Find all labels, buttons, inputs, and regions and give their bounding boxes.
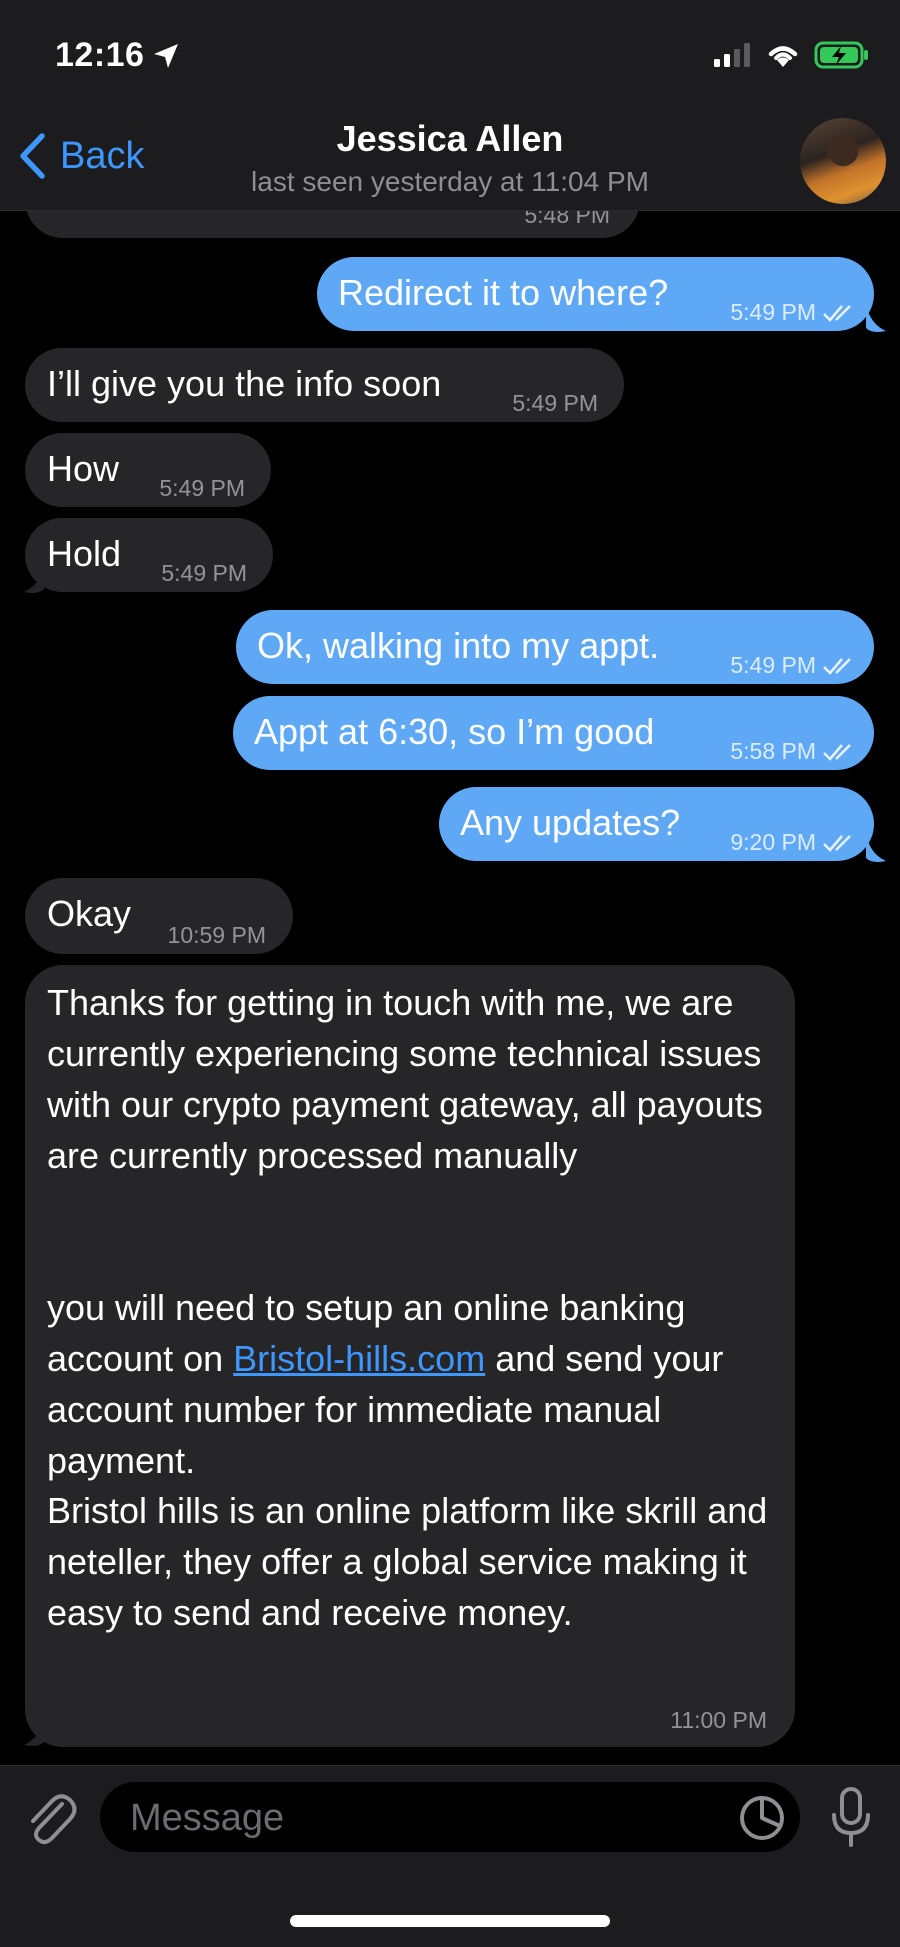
message-bubble-incoming[interactable]: I’ll give you the info soon 5:49 PM [25,348,624,422]
message-meta: 5:49 PM [730,640,856,691]
message-time: 11:00 PM [670,1707,767,1733]
paperclip-icon[interactable] [22,1790,78,1850]
bubble-tail [24,565,44,593]
message-text: Hold [47,533,122,574]
message-meta: 9:20 PM [730,817,856,868]
contact-name: Jessica Allen [336,118,564,159]
message-text: How [47,448,120,489]
sticker-icon[interactable] [738,1794,786,1842]
message-bubble-incoming-long[interactable]: Thanks for getting in touch with me, we … [25,965,795,1747]
message-bubble-incoming[interactable]: How 5:49 PM [25,433,271,507]
message-bubble-outgoing[interactable]: Appt at 6:30, so I’m good 5:58 PM [233,696,874,770]
location-arrow-icon [154,44,178,68]
wifi-icon [768,46,798,67]
message-meta: 5:49 PM [730,287,856,338]
message-time: 5:49 PM [730,299,816,325]
bubble-tail [866,304,886,332]
message-paragraph: Bristol hills is an online platform like… [47,1490,768,1633]
status-icons [712,40,870,70]
message-paragraph: Thanks for getting in touch with me, we … [47,982,763,1176]
message-input[interactable] [128,1790,712,1846]
home-indicator[interactable] [290,1915,610,1927]
message-text: Any updates? [460,802,681,843]
message-time: 5:49 PM [161,560,247,586]
message-time: 5:49 PM [730,652,816,678]
bristol-hills-link[interactable]: Bristol-hills.com [233,1338,485,1379]
bubble-tail [866,834,886,862]
message-text: Redirect it to where? [338,272,669,313]
message-paragraph: you will need to setup an online banking… [47,1282,787,1486]
message-bubble-incoming[interactable]: Okay 10:59 PM [25,878,293,954]
read-receipt-icon [823,304,851,322]
message-text: Ok, walking into my appt. [257,625,660,666]
message-time: 5:49 PM [512,390,598,416]
message-time: 9:20 PM [730,829,816,855]
cellular-signal-icon [714,43,750,67]
last-seen-status: last seen yesterday at 11:04 PM [251,166,649,197]
contact-avatar[interactable] [800,118,886,204]
message-text: Okay [47,893,132,934]
status-time: 12:16 [55,36,145,74]
battery-charging-icon [814,41,868,69]
message-bubble-outgoing[interactable]: Redirect it to where? 5:49 PM [317,257,874,331]
read-receipt-icon [823,743,851,761]
header-divider [0,210,900,211]
message-bubble-outgoing[interactable]: Ok, walking into my appt. 5:49 PM [236,610,874,684]
message-time: 5:58 PM [730,738,816,764]
message-input-field[interactable] [100,1782,800,1852]
read-receipt-icon [823,834,851,852]
message-bubble-incoming[interactable]: Hold 5:49 PM [25,518,273,592]
chat-header: 12:16 Back Jessica Allen last seen yeste… [0,0,900,210]
composer-divider [0,1765,900,1766]
message-meta: 5:58 PM [730,726,856,777]
message-text: I’ll give you the info soon [47,363,442,404]
bubble-tail [24,1718,44,1746]
chat-title[interactable]: Jessica Allen last seen yesterday at 11:… [0,118,900,198]
microphone-icon[interactable] [828,1785,874,1851]
message-bubble-outgoing[interactable]: Any updates? 9:20 PM [439,787,874,861]
message-text: Appt at 6:30, so I’m good [254,711,655,752]
message-time: 10:59 PM [167,922,266,948]
read-receipt-icon [823,657,851,675]
message-time: 5:49 PM [159,475,245,501]
